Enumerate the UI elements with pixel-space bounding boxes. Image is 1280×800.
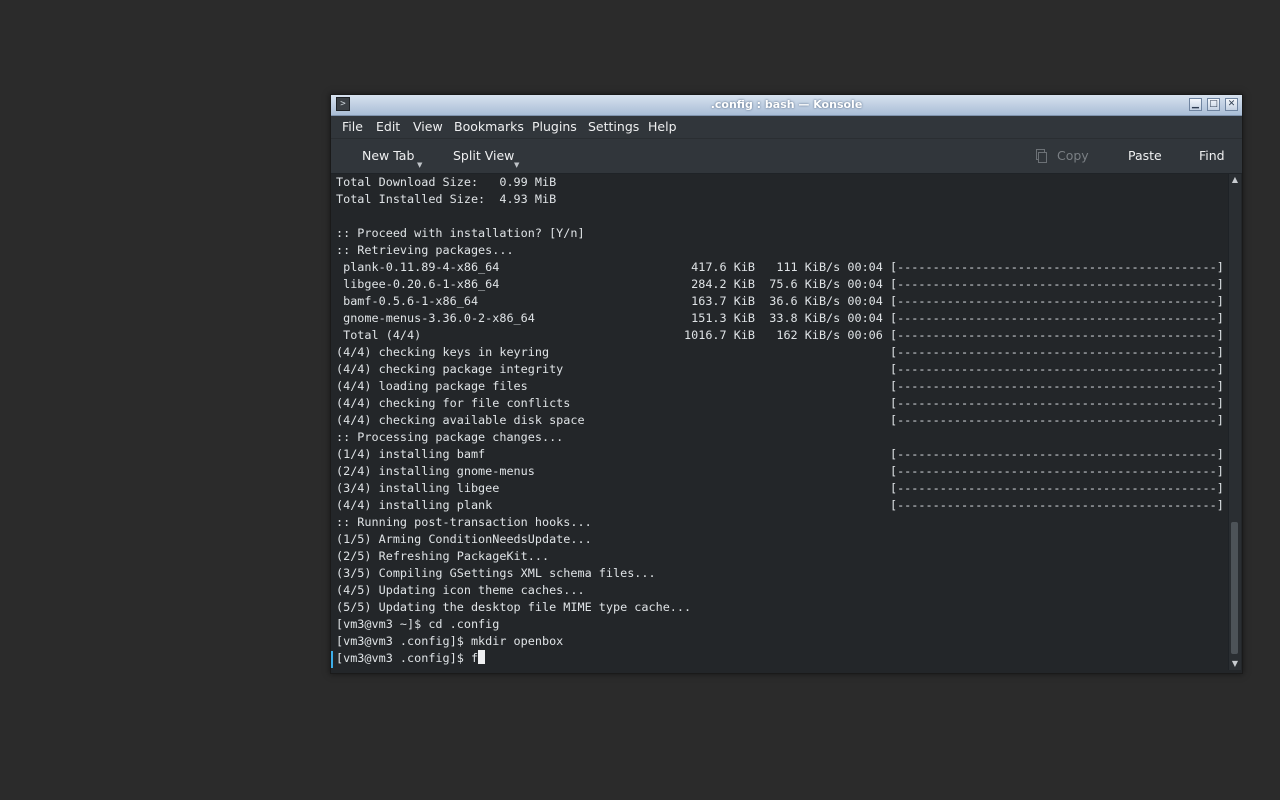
menu-bookmarks[interactable]: Bookmarks <box>454 116 524 138</box>
title-bar[interactable]: > .config : bash — Konsole ▁ □ ✕ <box>331 95 1242 116</box>
terminal-line: plank-0.11.89-4-x86_64 417.6 KiB 111 KiB… <box>336 260 1227 274</box>
terminal-scrollbar[interactable]: ▲ ▼ <box>1228 174 1241 670</box>
menu-edit[interactable]: Edit <box>376 116 400 138</box>
terminal-line: (4/4) loading package files [-----------… <box>336 379 1227 393</box>
terminal-line: :: Retrieving packages... <box>336 243 514 257</box>
terminal-line: (1/5) Arming ConditionNeedsUpdate... <box>336 532 592 546</box>
terminal-lines: Total Download Size: 0.99 MiB Total Insta… <box>336 174 1227 667</box>
minimize-button[interactable]: ▁ <box>1189 98 1202 111</box>
text-cursor <box>478 650 486 664</box>
terminal-line: :: Running post-transaction hooks... <box>336 515 592 529</box>
terminal-line: (4/4) checking available disk space [---… <box>336 413 1227 427</box>
terminal-line: bamf-0.5.6-1-x86_64 163.7 KiB 36.6 KiB/s… <box>336 294 1227 308</box>
split-view-button[interactable]: Split View <box>453 139 514 173</box>
menu-view[interactable]: View <box>413 116 443 138</box>
terminal-line: (4/4) installing plank [----------------… <box>336 498 1227 512</box>
terminal-line: Total (4/4) 1016.7 KiB 162 KiB/s 00:06 [… <box>336 328 1227 342</box>
terminal-prompt-line[interactable]: [vm3@vm3 .config]$ f <box>336 650 1227 667</box>
terminal-line: :: Processing package changes... <box>336 430 564 444</box>
scroll-down-icon[interactable]: ▼ <box>1229 658 1241 670</box>
copy-icon <box>1036 149 1047 163</box>
terminal-line: [vm3@vm3 .config]$ mkdir openbox <box>336 634 564 648</box>
main-toolbar: New Tab ▼ Split View ▼ Copy Paste Find <box>331 139 1242 174</box>
active-line-marker <box>331 651 333 668</box>
terminal-line: (3/4) installing libgee [---------------… <box>336 481 1227 495</box>
terminal-line: (4/4) checking for file conflicts [-----… <box>336 396 1227 410</box>
terminal-line: (4/4) checking keys in keyring [--------… <box>336 345 1227 359</box>
terminal-line: (2/4) installing gnome-menus [----------… <box>336 464 1227 478</box>
konsole-window: > .config : bash — Konsole ▁ □ ✕ File Ed… <box>330 94 1243 674</box>
terminal-output[interactable]: Total Download Size: 0.99 MiB Total Insta… <box>331 174 1227 670</box>
window-title: .config : bash — Konsole <box>710 98 863 111</box>
close-button[interactable]: ✕ <box>1225 98 1238 111</box>
terminal-line: (4/5) Updating icon theme caches... <box>336 583 585 597</box>
new-tab-dropdown-icon[interactable]: ▼ <box>417 161 422 169</box>
split-view-dropdown-icon[interactable]: ▼ <box>514 161 519 169</box>
terminal-line: Total Download Size: 0.99 MiB <box>336 175 557 189</box>
terminal-line: (1/4) installing bamf [-----------------… <box>336 447 1227 461</box>
menu-plugins[interactable]: Plugins <box>532 116 577 138</box>
copy-button[interactable]: Copy <box>1057 139 1089 173</box>
terminal-line: libgee-0.20.6-1-x86_64 284.2 KiB 75.6 Ki… <box>336 277 1227 291</box>
terminal-line: (4/4) checking package integrity [------… <box>336 362 1227 376</box>
menu-file[interactable]: File <box>342 116 363 138</box>
paste-button[interactable]: Paste <box>1128 139 1162 173</box>
terminal-line: (3/5) Compiling GSettings XML schema fil… <box>336 566 656 580</box>
terminal-line: Total Installed Size: 4.93 MiB <box>336 192 557 206</box>
shell-prompt: [vm3@vm3 .config]$ <box>336 651 471 665</box>
terminal-line: (5/5) Updating the desktop file MIME typ… <box>336 600 692 614</box>
scroll-up-icon[interactable]: ▲ <box>1229 174 1241 186</box>
command-input[interactable]: f <box>471 651 478 665</box>
maximize-button[interactable]: □ <box>1207 98 1220 111</box>
terminal-line: (2/5) Refreshing PackageKit... <box>336 549 550 563</box>
menu-bar: File Edit View Bookmarks Plugins Setting… <box>331 116 1242 139</box>
terminal-line: :: Proceed with installation? [Y/n] <box>336 226 585 240</box>
find-button[interactable]: Find <box>1199 139 1225 173</box>
new-tab-button[interactable]: New Tab <box>362 139 414 173</box>
terminal-line: [vm3@vm3 ~]$ cd .config <box>336 617 500 631</box>
menu-settings[interactable]: Settings <box>588 116 639 138</box>
menu-help[interactable]: Help <box>648 116 677 138</box>
scrollbar-thumb[interactable] <box>1231 522 1238 654</box>
terminal-line: gnome-menus-3.36.0-2-x86_64 151.3 KiB 33… <box>336 311 1227 325</box>
